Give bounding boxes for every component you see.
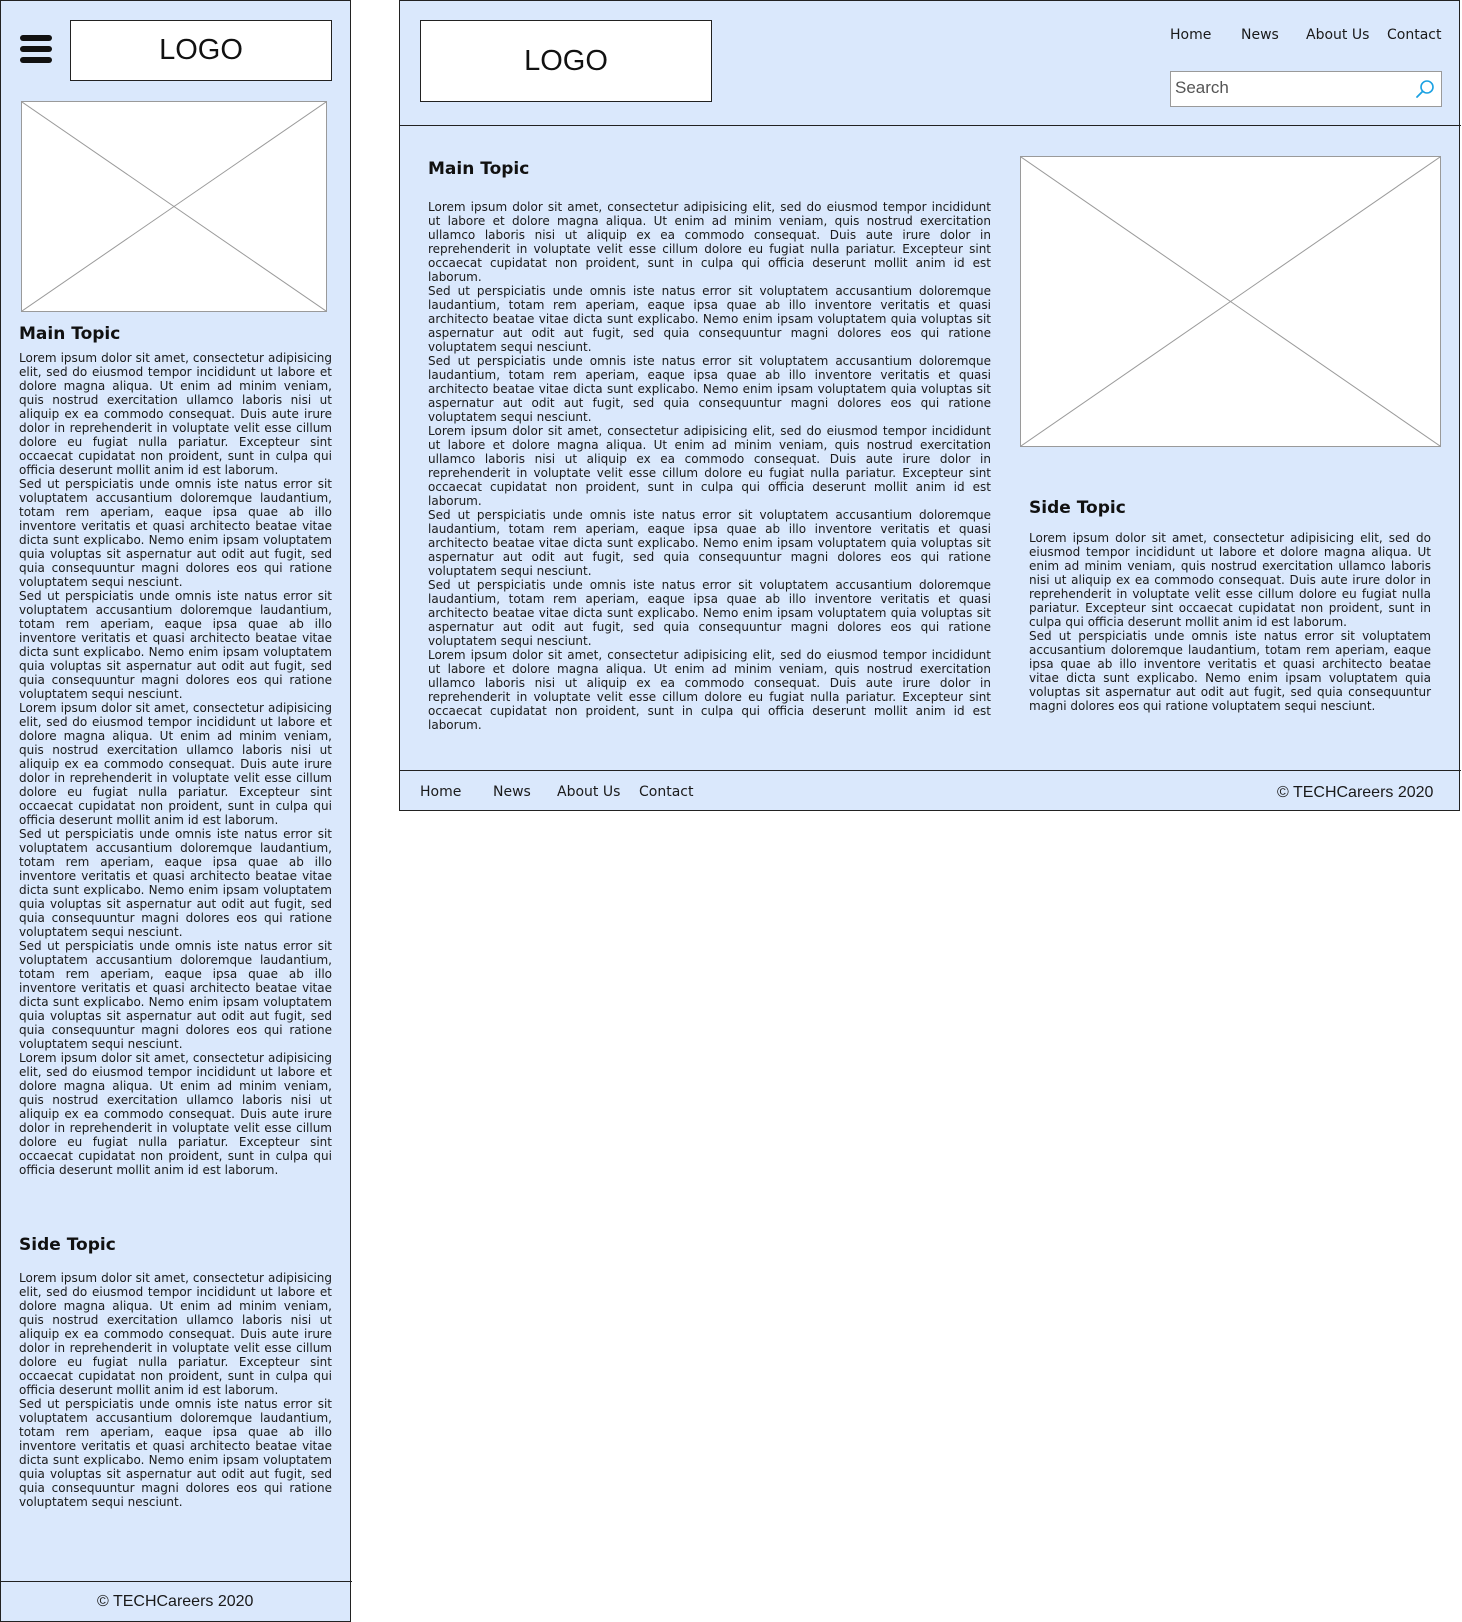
nav-about-link[interactable]: About Us	[1306, 27, 1369, 43]
nav-home-link[interactable]: Home	[1170, 27, 1211, 43]
desktop-side-paragraph: Lorem ipsum dolor sit amet, consectetur …	[1029, 531, 1431, 629]
desktop-main-paragraph: Lorem ipsum dolor sit amet, consectetur …	[428, 424, 991, 508]
search-icon[interactable]	[1415, 79, 1435, 99]
hamburger-menu-icon[interactable]	[20, 35, 52, 68]
desktop-side-paragraph: Sed ut perspiciatis unde omnis iste natu…	[1029, 629, 1431, 713]
mobile-logo-text: LOGO	[159, 34, 243, 66]
nav-contact-link[interactable]: Contact	[1387, 27, 1441, 43]
mobile-main-paragraph: Lorem ipsum dolor sit amet, consectetur …	[19, 351, 332, 477]
mobile-image-placeholder	[21, 101, 327, 312]
desktop-wireframe: LOGO Home News About Us Contact Main Top…	[399, 0, 1461, 811]
footer-divider	[400, 770, 1461, 771]
footer-about-link[interactable]: About Us	[557, 784, 620, 800]
nav-news-link[interactable]: News	[1241, 27, 1279, 43]
header-divider	[400, 125, 1461, 126]
desktop-image-placeholder	[1020, 156, 1441, 447]
search-input[interactable]	[1175, 76, 1411, 100]
mobile-side-paragraph: Lorem ipsum dolor sit amet, consectetur …	[19, 1271, 332, 1397]
desktop-main-topic-title: Main Topic	[428, 159, 530, 179]
footer-news-link[interactable]: News	[493, 784, 531, 800]
footer-home-link[interactable]: Home	[420, 784, 461, 800]
desktop-main-paragraph: Sed ut perspiciatis unde omnis iste natu…	[428, 508, 991, 578]
mobile-copyright: © TECHCareers 2020	[97, 1593, 254, 1610]
desktop-main-paragraph: Sed ut perspiciatis unde omnis iste natu…	[428, 578, 991, 648]
mobile-main-paragraph: Lorem ipsum dolor sit amet, consectetur …	[19, 1051, 332, 1177]
desktop-side-topic-body: Lorem ipsum dolor sit amet, consectetur …	[1029, 531, 1431, 713]
desktop-main-paragraph: Sed ut perspiciatis unde omnis iste natu…	[428, 284, 991, 354]
mobile-main-paragraph: Sed ut perspiciatis unde omnis iste natu…	[19, 589, 332, 701]
mobile-main-paragraph: Sed ut perspiciatis unde omnis iste natu…	[19, 939, 332, 1051]
desktop-main-paragraph: Lorem ipsum dolor sit amet, consectetur …	[428, 648, 991, 732]
desktop-main-paragraph: Sed ut perspiciatis unde omnis iste natu…	[428, 354, 991, 424]
desktop-logo-text: LOGO	[524, 44, 608, 77]
mobile-main-paragraph: Lorem ipsum dolor sit amet, consectetur …	[19, 701, 332, 827]
footer-contact-link[interactable]: Contact	[639, 784, 693, 800]
mobile-wireframe: LOGO Main Topic Lorem ipsum dolor sit am…	[0, 0, 352, 1622]
desktop-logo[interactable]: LOGO	[420, 20, 712, 102]
mobile-side-topic-title: Side Topic	[19, 1235, 116, 1255]
mobile-side-paragraph: Sed ut perspiciatis unde omnis iste natu…	[19, 1397, 332, 1509]
search-box	[1170, 71, 1442, 107]
mobile-side-topic-body: Lorem ipsum dolor sit amet, consectetur …	[19, 1271, 332, 1509]
image-placeholder-icon	[1021, 157, 1440, 446]
mobile-logo[interactable]: LOGO	[70, 20, 332, 81]
desktop-main-topic-body: Lorem ipsum dolor sit amet, consectetur …	[428, 200, 991, 732]
desktop-side-topic-title: Side Topic	[1029, 498, 1126, 518]
mobile-main-paragraph: Sed ut perspiciatis unde omnis iste natu…	[19, 477, 332, 589]
desktop-copyright: © TECHCareers 2020	[1277, 784, 1434, 801]
desktop-main-paragraph: Lorem ipsum dolor sit amet, consectetur …	[428, 200, 991, 284]
mobile-footer-divider	[1, 1581, 352, 1582]
mobile-main-topic-title: Main Topic	[19, 324, 121, 344]
mobile-main-paragraph: Sed ut perspiciatis unde omnis iste natu…	[19, 827, 332, 939]
mobile-main-topic-body: Lorem ipsum dolor sit amet, consectetur …	[19, 351, 332, 1177]
image-placeholder-icon	[22, 102, 326, 311]
